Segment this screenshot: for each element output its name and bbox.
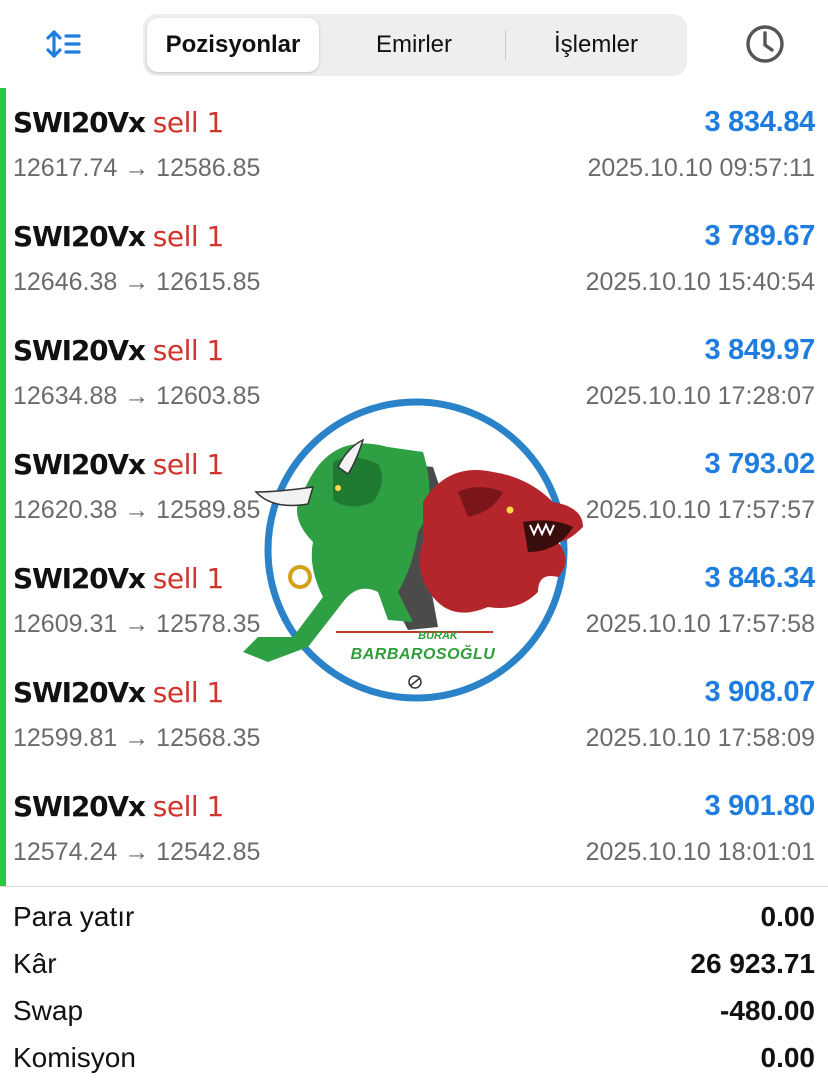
sort-icon: [46, 30, 81, 58]
summary-value: 26 923.71: [690, 948, 815, 979]
position-profit: 3 908.07: [704, 676, 816, 708]
position-symbol: SWI20Vx: [13, 220, 146, 253]
position-row[interactable]: SWI20Vx sell 1 3 834.84 12617.74 → 12586.…: [0, 88, 828, 202]
position-prices: 12574.24 → 12542.85: [13, 838, 261, 866]
position-side: sell 1: [152, 790, 225, 823]
position-side: sell 1: [152, 106, 225, 139]
position-symbol: SWI20Vx: [13, 334, 146, 367]
position-symbol: SWI20Vx: [13, 562, 146, 595]
position-prices: 12646.38 → 12615.85: [13, 268, 261, 296]
summary-value: 0.00: [760, 1042, 816, 1073]
position-prices: 12599.81 → 12568.35: [13, 724, 261, 752]
position-side: sell 1: [152, 220, 225, 253]
position-row[interactable]: SWI20Vx sell 1 3 901.80 12574.24 → 12542.…: [0, 772, 828, 886]
tab-positions[interactable]: Pozisyonlar: [147, 18, 319, 72]
position-time: 2025.10.10 18:01:01: [585, 838, 815, 866]
position-time: 2025.10.10 17:28:07: [585, 382, 815, 410]
position-symbol: SWI20Vx: [13, 448, 146, 481]
tab-deals[interactable]: İşlemler: [509, 18, 683, 72]
top-toolbar: Pozisyonlar Emirler İşlemler: [0, 0, 828, 88]
tab-selector: Pozisyonlar Emirler İşlemler: [143, 14, 687, 76]
position-profit: 3 789.67: [704, 220, 816, 252]
account-summary: Para yatır 0.00 Kâr 26 923.71 Swap -480.…: [0, 886, 828, 1084]
summary-value: 0.00: [760, 901, 816, 932]
positions-list: SWI20Vx sell 1 3 834.84 12617.74 → 12586.…: [0, 88, 828, 886]
position-prices: 12634.88 → 12603.85: [13, 382, 261, 410]
position-profit: 3 793.02: [704, 448, 816, 480]
clock-icon: [746, 25, 784, 63]
position-time: 2025.10.10 17:58:09: [585, 724, 815, 752]
position-profit: 3 834.84: [704, 106, 816, 138]
position-row[interactable]: SWI20Vx sell 1 3 793.02 12620.38 → 12589.…: [0, 430, 828, 544]
summary-label: Para yatır: [13, 901, 135, 932]
summary-row-swap: Swap -480.00: [13, 995, 815, 1035]
position-profit: 3 849.97: [704, 334, 816, 366]
position-row[interactable]: SWI20Vx sell 1 3 849.97 12634.88 → 12603.…: [0, 316, 828, 430]
position-side: sell 1: [152, 334, 225, 367]
summary-row-deposit: Para yatır 0.00: [13, 901, 815, 941]
summary-value: -480.00: [720, 995, 815, 1026]
position-symbol: SWI20Vx: [13, 106, 146, 139]
position-time: 2025.10.10 17:57:57: [585, 496, 815, 524]
position-row[interactable]: SWI20Vx sell 1 3 908.07 12599.81 → 12568.…: [0, 658, 828, 772]
tab-orders[interactable]: Emirler: [325, 18, 503, 72]
position-prices: 12620.38 → 12589.85: [13, 496, 261, 524]
position-profit: 3 901.80: [704, 790, 816, 822]
position-prices: 12609.31 → 12578.35: [13, 610, 261, 638]
position-profit: 3 846.34: [704, 562, 816, 594]
position-symbol: SWI20Vx: [13, 676, 146, 709]
position-row[interactable]: SWI20Vx sell 1 3 846.34 12609.31 → 12578.…: [0, 544, 828, 658]
position-prices: 12617.74 → 12586.85: [13, 154, 261, 182]
position-side: sell 1: [152, 448, 225, 481]
position-side: sell 1: [152, 562, 225, 595]
position-time: 2025.10.10 17:57:58: [585, 610, 815, 638]
summary-row-profit: Kâr 26 923.71: [13, 948, 815, 988]
position-time: 2025.10.10 15:40:54: [585, 268, 815, 296]
position-row[interactable]: SWI20Vx sell 1 3 789.67 12646.38 → 12615.…: [0, 202, 828, 316]
summary-row-commission: Komisyon 0.00: [13, 1042, 815, 1082]
summary-label: Komisyon: [13, 1042, 136, 1073]
sort-button[interactable]: [38, 24, 88, 64]
position-symbol: SWI20Vx: [13, 790, 146, 823]
position-time: 2025.10.10 09:57:11: [587, 154, 815, 182]
summary-label: Swap: [13, 995, 84, 1026]
position-side: sell 1: [152, 676, 225, 709]
history-button[interactable]: [740, 20, 790, 68]
summary-label: Kâr: [13, 948, 57, 979]
tab-divider: [505, 30, 506, 60]
